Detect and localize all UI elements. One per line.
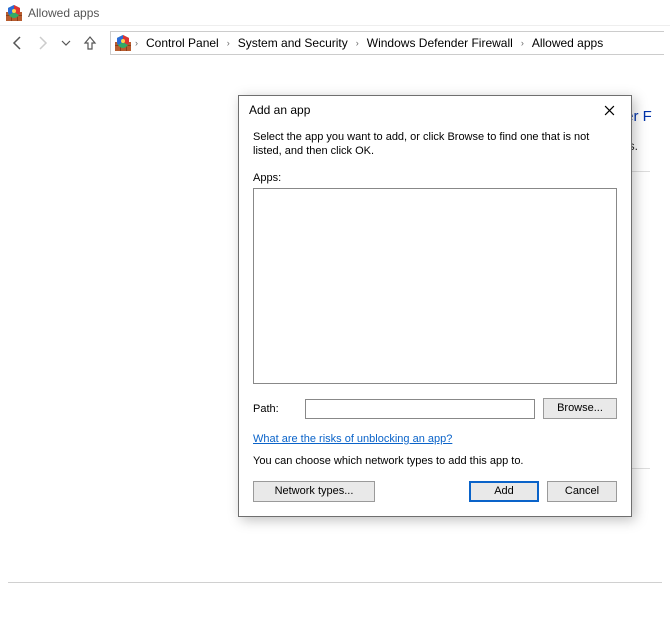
apps-label: Apps:	[253, 172, 617, 184]
dialog-instruction: Select the app you want to add, or click…	[253, 130, 617, 158]
close-icon	[604, 105, 615, 116]
add-an-app-dialog: Add an app Select the app you want to ad…	[238, 95, 632, 517]
apps-listbox[interactable]	[253, 188, 617, 384]
path-label: Path:	[253, 403, 297, 415]
dialog-titlebar: Add an app	[239, 96, 631, 124]
chevron-right-icon[interactable]: ›	[354, 38, 361, 48]
close-button[interactable]	[591, 100, 627, 120]
browse-button[interactable]: Browse...	[543, 398, 617, 419]
window-titlebar: Allowed apps	[0, 0, 670, 26]
crumb-system-security[interactable]: System and Security	[234, 34, 352, 52]
path-input[interactable]	[305, 399, 535, 419]
crumb-control-panel[interactable]: Control Panel	[142, 34, 223, 52]
chevron-right-icon[interactable]: ›	[519, 38, 526, 48]
network-types-button[interactable]: Network types...	[253, 481, 375, 502]
network-types-note: You can choose which network types to ad…	[253, 455, 617, 467]
risks-link[interactable]: What are the risks of unblocking an app?	[253, 433, 452, 445]
add-button[interactable]: Add	[469, 481, 539, 502]
up-button[interactable]	[78, 31, 102, 55]
forward-button[interactable]	[30, 31, 54, 55]
crumb-windows-defender-firewall[interactable]: Windows Defender Firewall	[363, 34, 517, 52]
chevron-right-icon[interactable]: ›	[225, 38, 232, 48]
dialog-title: Add an app	[249, 103, 591, 117]
shield-brick-icon	[115, 35, 131, 51]
crumb-allowed-apps[interactable]: Allowed apps	[528, 34, 607, 52]
back-button[interactable]	[6, 31, 30, 55]
window-title: Allowed apps	[28, 6, 99, 20]
shield-brick-icon	[6, 5, 22, 21]
recent-dropdown[interactable]	[54, 31, 78, 55]
footer-divider	[8, 582, 662, 583]
chevron-right-icon[interactable]: ›	[133, 38, 140, 48]
navigation-bar: › Control Panel › System and Security › …	[0, 26, 670, 60]
footer-divider-wrap	[0, 576, 670, 589]
breadcrumb[interactable]: › Control Panel › System and Security › …	[110, 31, 664, 55]
cancel-button[interactable]: Cancel	[547, 481, 617, 502]
